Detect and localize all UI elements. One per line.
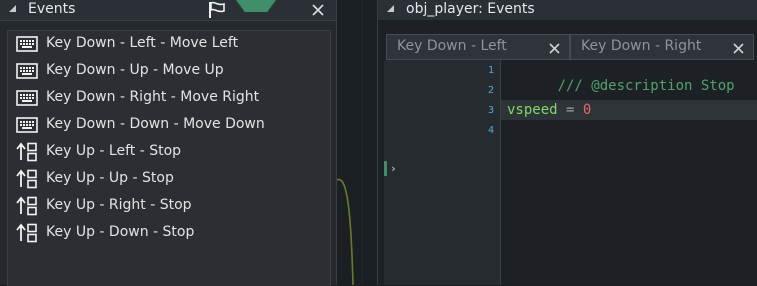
event-row[interactable]: Key Down - Left - Move Left bbox=[8, 31, 328, 58]
code-number: 0 bbox=[582, 102, 592, 118]
collapse-triangle-icon[interactable] bbox=[387, 5, 394, 12]
events-list: Key Down - Left - Move Left Key Down - U… bbox=[7, 30, 331, 286]
key-release-icon bbox=[16, 223, 38, 243]
code-line-1: /// @description Stop bbox=[507, 62, 735, 94]
keyboard-icon bbox=[16, 61, 38, 81]
panel-accent-tab bbox=[236, 0, 276, 12]
close-icon[interactable] bbox=[310, 2, 326, 18]
line-number: 4 bbox=[487, 125, 494, 136]
event-label: Key Up - Down - Stop bbox=[46, 224, 195, 240]
tab-key-down-left[interactable]: Key Down - Left bbox=[386, 34, 570, 60]
keyboard-icon bbox=[16, 88, 38, 108]
events-panel-header: Events bbox=[0, 0, 336, 21]
code-text-area[interactable]: /// @description Stop vspeed = 0 bbox=[500, 60, 757, 285]
events-panel-title: Events bbox=[28, 1, 76, 17]
flag-icon[interactable] bbox=[207, 1, 227, 19]
line-number: 3 bbox=[487, 105, 494, 116]
current-line-marker bbox=[384, 161, 387, 176]
close-icon[interactable] bbox=[548, 40, 561, 54]
close-icon[interactable] bbox=[732, 40, 745, 54]
event-label: Key Up - Left - Stop bbox=[46, 143, 182, 159]
event-row[interactable]: Key Down - Right - Move Right bbox=[8, 85, 328, 112]
event-label: Key Up - Right - Stop bbox=[46, 197, 192, 213]
event-row[interactable]: Key Down - Down - Move Down bbox=[8, 112, 328, 139]
code-editor-window: obj_player: Events Key Down - Left Key D… bbox=[377, 0, 757, 285]
code-line-3: vspeed = 0 bbox=[507, 102, 591, 122]
event-label: Key Down - Up - Move Up bbox=[46, 62, 224, 78]
collapse-triangle-icon[interactable] bbox=[9, 5, 16, 12]
event-row[interactable]: Key Up - Down - Stop bbox=[8, 220, 328, 247]
tab-label: Key Down - Left bbox=[397, 38, 507, 54]
key-release-icon bbox=[16, 169, 38, 189]
connection-curve bbox=[337, 0, 363, 285]
code-variable: vspeed bbox=[507, 102, 558, 118]
events-panel: Events Key Down - Left - Move Left Key D… bbox=[0, 0, 337, 286]
keyboard-icon bbox=[16, 115, 38, 135]
line-number: 2 bbox=[487, 85, 494, 96]
event-row[interactable]: Key Up - Up - Stop bbox=[8, 166, 328, 193]
key-release-icon bbox=[16, 142, 38, 162]
line-number: 1 bbox=[487, 65, 494, 76]
event-row[interactable]: Key Up - Left - Stop bbox=[8, 139, 328, 166]
line-gutter: › 1 2 3 4 bbox=[384, 60, 500, 285]
code-comment: /// @description Stop bbox=[557, 78, 735, 94]
tab-key-down-right[interactable]: Key Down - Right bbox=[570, 34, 754, 60]
current-line-arrow-icon: › bbox=[390, 162, 397, 175]
event-row[interactable]: Key Down - Up - Move Up bbox=[8, 58, 328, 85]
key-release-icon bbox=[16, 196, 38, 216]
code-operator: = bbox=[557, 102, 583, 118]
code-editor-header: obj_player: Events bbox=[378, 0, 757, 20]
event-row[interactable]: Key Up - Right - Stop bbox=[8, 193, 328, 220]
event-label: Key Down - Left - Move Left bbox=[46, 35, 239, 51]
code-editor-title: obj_player: Events bbox=[406, 1, 535, 17]
event-label: Key Down - Right - Move Right bbox=[46, 89, 260, 105]
event-label: Key Up - Up - Stop bbox=[46, 170, 174, 186]
tab-label: Key Down - Right bbox=[581, 38, 702, 54]
event-label: Key Down - Down - Move Down bbox=[46, 116, 265, 132]
workspace-background bbox=[337, 0, 377, 285]
keyboard-icon bbox=[16, 34, 38, 54]
